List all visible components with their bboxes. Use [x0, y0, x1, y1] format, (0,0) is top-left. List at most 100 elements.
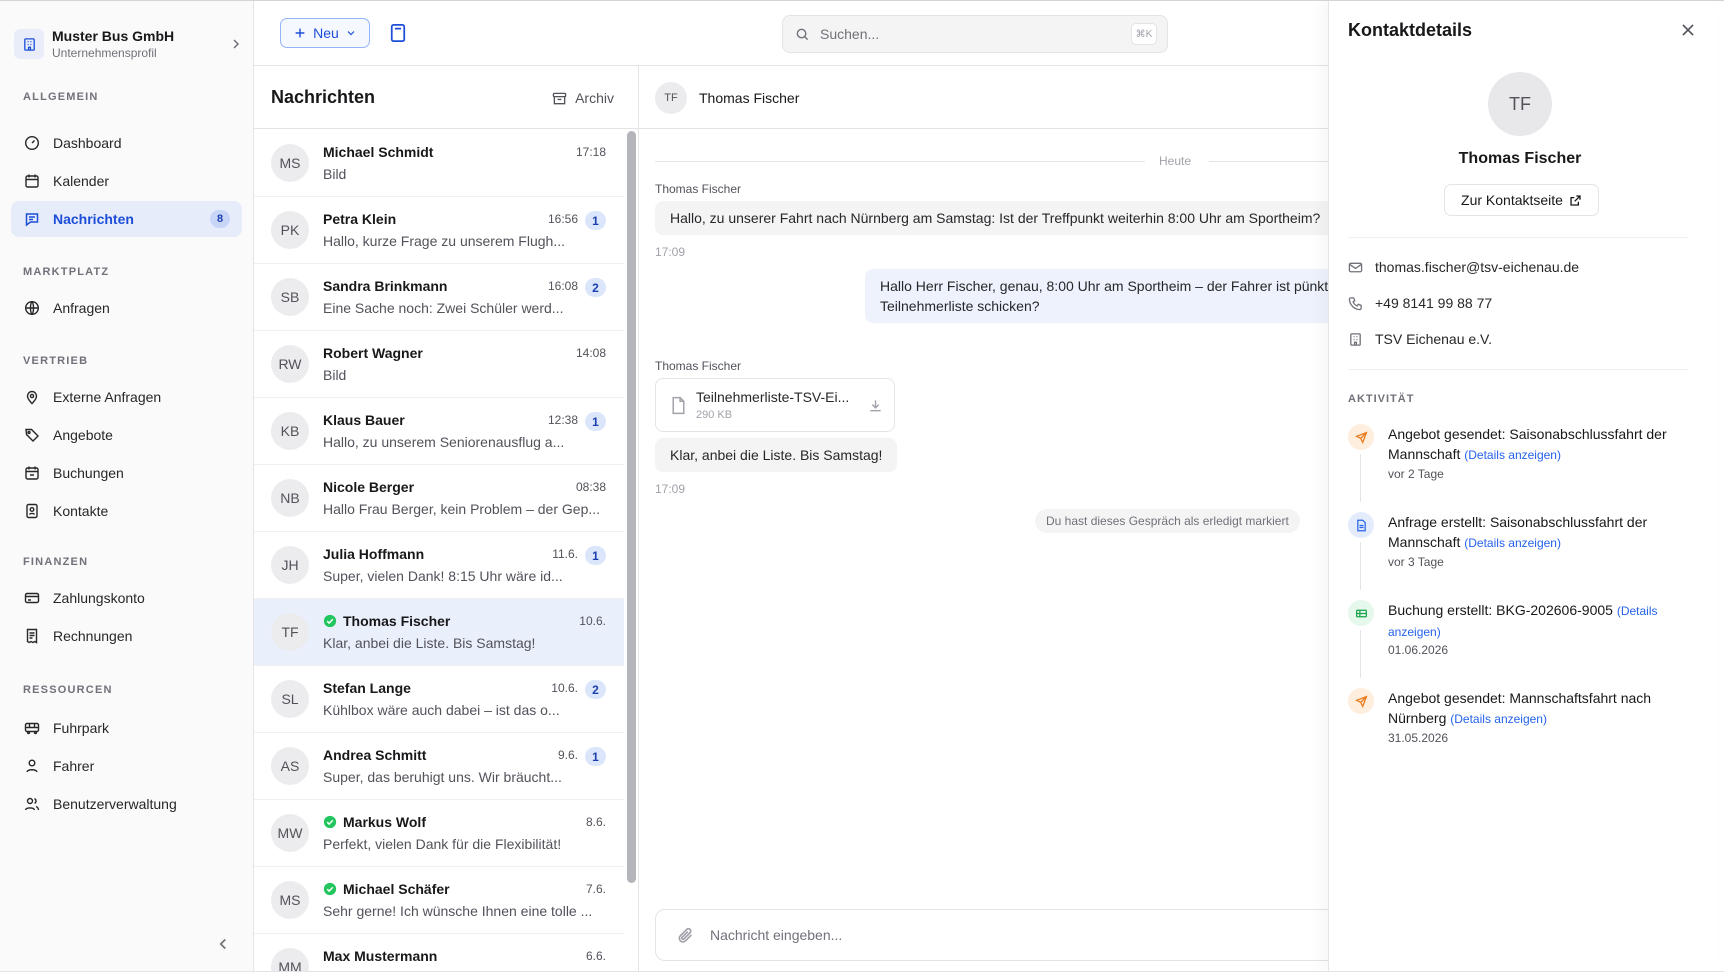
message-sender: Thomas Fischer [655, 359, 742, 373]
conversation-item[interactable]: SL Stefan Lange 10.6. 2 Kühlbox wäre auch da… [254, 666, 624, 733]
activity-details-link[interactable]: (Details anzeigen) [1464, 448, 1561, 462]
conversation-time: 9.6. [557, 748, 578, 762]
file-text-icon [1348, 512, 1374, 538]
sidebar-item-nachrichten[interactable]: Nachrichten 8 [11, 201, 242, 237]
download-icon[interactable] [868, 398, 883, 413]
conversation-item[interactable]: TF Thomas Fischer 10.6. Klar, anbei die Lis… [254, 599, 624, 666]
conversation-item[interactable]: JH Julia Hoffmann 11.6. 1 Super, vielen Dank… [254, 532, 624, 599]
company-name: Muster Bus GmbH [52, 28, 175, 44]
avatar: RW [271, 345, 309, 383]
contact-page-button-label: Zur Kontaktseite [1461, 192, 1563, 208]
conversation-name: Robert Wagner [323, 345, 423, 361]
activity-details-link[interactable]: (Details [1617, 604, 1658, 618]
sidebar-item-zahlungskonto[interactable]: Zahlungskonto [11, 580, 242, 616]
timeline-line [1360, 630, 1361, 678]
chevron-right-icon [233, 39, 240, 49]
conversation-item[interactable]: MS Michael Schmidt 17:18 Bild [254, 130, 624, 197]
day-divider: Heute [655, 154, 1328, 168]
sidebar-item-label: Zahlungskonto [53, 590, 145, 606]
ticket-icon [1348, 600, 1374, 626]
sidebar-item-benutzerverwaltung[interactable]: Benutzerverwaltung [11, 786, 242, 822]
conversation-item[interactable]: SB Sandra Brinkmann 16:08 2 Eine Sache noch:… [254, 264, 624, 331]
avatar: MM [271, 948, 309, 971]
conversation-name-text: Klaus Bauer [323, 412, 405, 428]
conversation-time: 10.6. [551, 681, 578, 695]
close-icon[interactable] [1679, 21, 1697, 39]
bus-icon [24, 722, 40, 735]
nav-section-finanzen: FINANZEN [23, 556, 89, 568]
contact-page-button[interactable]: Zur Kontaktseite [1444, 184, 1599, 216]
conversation-item[interactable]: AS Andrea Schmitt 9.6. 1 Super, das beruhigt… [254, 733, 624, 800]
list-scrollbar[interactable] [627, 131, 636, 883]
unread-badge: 2 [585, 680, 606, 699]
activity-details-link[interactable]: (Details anzeigen) [1450, 712, 1547, 726]
sidebar-item-fuhrpark[interactable]: Fuhrpark [11, 710, 242, 746]
company-subtitle: Unternehmensprofil [52, 46, 157, 60]
incoming-message: Hallo, zu unserer Fahrt nach Nürnberg am… [655, 201, 1328, 235]
list-title: Nachrichten [271, 87, 376, 107]
conversation-name: Markus Wolf [323, 814, 426, 830]
conversation-name: Nicole Berger [323, 479, 414, 495]
conversation-name: Michael Schmidt [323, 144, 433, 160]
search-shortcut: ⌘K [1131, 23, 1157, 45]
app-frame: Muster Bus GmbH Unternehmensprofil ALLGE… [0, 0, 1724, 972]
conversation-item[interactable]: NB Nicole Berger 08:38 Hallo Frau Berger, k… [254, 465, 624, 532]
conversation-preview: Eine Sache noch: Zwei Schüler werd... [323, 300, 564, 316]
contact-phone-text: +49 8141 99 88 77 [1375, 295, 1493, 311]
conversation-item[interactable]: KB Klaus Bauer 12:38 1 Hallo, zu unserem Sen… [254, 398, 624, 465]
nav-section-allgemein: ALLGEMEIN [23, 91, 99, 103]
nav-section-ressourcen: RESSOURCEN [23, 684, 113, 696]
conversation-list-panel: Nachrichten Archiv MS Michael Schmidt 17:1… [254, 66, 639, 971]
activity-title: Angebot gesendet: Saisonabschlussfahrt d… [1388, 426, 1667, 442]
conversation-item[interactable]: MS Michael Schäfer 7.6. Sehr gerne! Ich wün… [254, 867, 624, 934]
file-attachment[interactable]: Teilnehmerliste-TSV-Ei... 290 KB [655, 378, 895, 432]
sidebar-item-kontakte[interactable]: Kontakte [11, 493, 242, 529]
search-input[interactable]: Suchen... ⌘K [782, 15, 1168, 53]
sidebar-item-anfragen[interactable]: Anfragen [11, 290, 242, 326]
conversation-name-text: Robert Wagner [323, 345, 423, 361]
message-input[interactable]: Nachricht eingeben... [655, 909, 1328, 961]
avatar[interactable]: TF [655, 82, 687, 114]
new-button-label: Neu [313, 25, 339, 41]
conversation-item[interactable]: RW Robert Wagner 14:08 Bild [254, 331, 624, 398]
sidebar-item-fahrer[interactable]: Fahrer [11, 748, 242, 784]
conversation-preview: Bild [323, 367, 347, 383]
paperclip-icon[interactable] [676, 926, 695, 945]
avatar: AS [271, 747, 309, 785]
conversation-item[interactable]: PK Petra Klein 16:56 1 Hallo, kurze Frage zu… [254, 197, 624, 264]
conversation-preview: Bild [323, 166, 347, 182]
sidebar-item-buchungen[interactable]: Buchungen [11, 455, 242, 491]
sidebar-item-label: Rechnungen [53, 628, 133, 644]
company-switcher[interactable]: Muster Bus GmbH Unternehmensprofil [12, 17, 244, 71]
day-divider-line [1209, 161, 1328, 162]
sidebar-item-externe-anfragen[interactable]: Externe Anfragen [11, 379, 242, 415]
receipt-icon [26, 628, 38, 644]
conversation-name-text: Michael Schäfer [343, 881, 450, 897]
sidebar: Muster Bus GmbH Unternehmensprofil ALLGE… [0, 1, 254, 971]
calculator-icon[interactable] [388, 23, 408, 43]
chat-contact-name[interactable]: Thomas Fischer [699, 90, 799, 106]
conversation-item[interactable]: MM Max Mustermann 6.6. [254, 934, 624, 971]
avatar: MS [271, 881, 309, 919]
activity-text: Buchung erstellt: BKG-202606-9005 (Detai… [1388, 600, 1688, 642]
unread-badge: 8 [210, 210, 230, 228]
archive-button[interactable]: Archiv [552, 90, 614, 106]
contact-email[interactable]: thomas.fischer@tsv-eichenau.de [1348, 259, 1579, 275]
activity-details-link[interactable]: anzeigen) [1388, 625, 1441, 639]
conversation-item[interactable]: MW Markus Wolf 8.6. Perfekt, vielen Dank fü… [254, 800, 624, 867]
activity-date: 31.05.2026 [1388, 731, 1449, 745]
conversation-name-text: Markus Wolf [343, 814, 426, 830]
sidebar-item-kalender[interactable]: Kalender [11, 163, 242, 199]
sidebar-item-label: Dashboard [53, 135, 122, 151]
conversation-name-text: Thomas Fischer [343, 613, 451, 629]
activity-title: Nürnberg [1388, 710, 1447, 726]
conversation-name-text: Petra Klein [323, 211, 397, 227]
activity-details-link[interactable]: (Details anzeigen) [1464, 536, 1561, 550]
sidebar-item-rechnungen[interactable]: Rechnungen [11, 618, 242, 654]
contact-phone[interactable]: +49 8141 99 88 77 [1348, 295, 1492, 311]
new-button[interactable]: Neu [280, 18, 370, 48]
sidebar-item-angebote[interactable]: Angebote [11, 417, 242, 453]
sidebar-item-dashboard[interactable]: Dashboard [11, 125, 242, 161]
collapse-sidebar-icon[interactable] [214, 935, 232, 953]
timeline-line [1360, 454, 1361, 502]
